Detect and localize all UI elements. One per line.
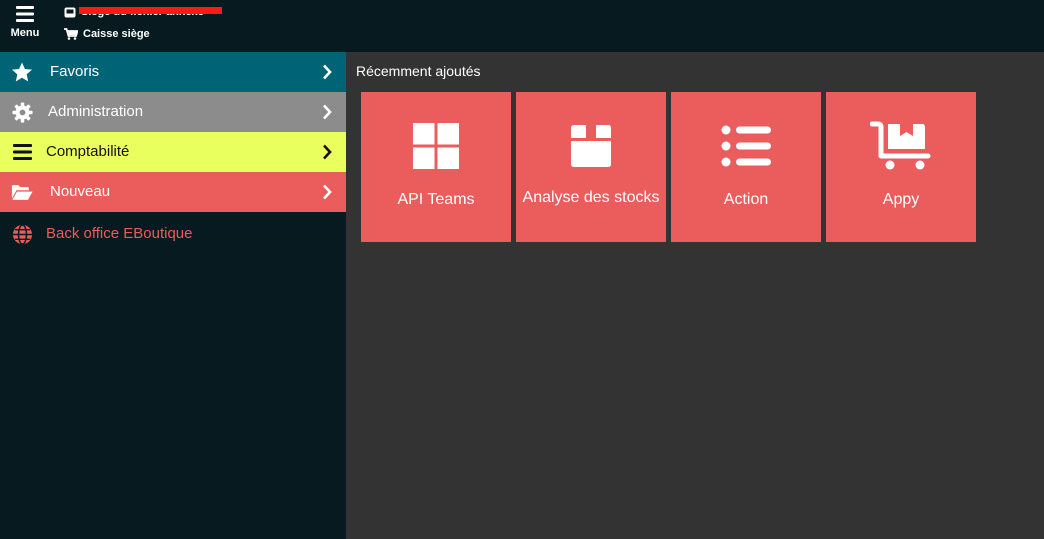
- tile-label: Analyse des stocks: [522, 189, 660, 206]
- register-selector[interactable]: Caisse siège: [64, 27, 150, 41]
- sidebar-item-label: Comptabilité: [46, 143, 130, 160]
- sidebar-item-back-office-eboutique[interactable]: Back office EBoutique: [0, 212, 346, 256]
- globe-icon: [11, 223, 33, 245]
- sidebar-item-label: Nouveau: [50, 183, 111, 200]
- chevron-right-icon: [323, 144, 332, 160]
- box-icon: [516, 122, 666, 170]
- site-selector[interactable]: Siège du fichier annexe: [64, 5, 222, 19]
- gear-icon: [11, 101, 33, 123]
- top-bar: Menu Siège du fichier annexe Caisse sièg…: [0, 0, 1044, 52]
- tile-label: API Teams: [397, 191, 475, 208]
- sidebar-item-label: Administration: [48, 103, 144, 120]
- tile-api-teams[interactable]: API Teams: [361, 92, 511, 242]
- chevron-right-icon: [323, 184, 332, 200]
- chevron-right-icon: [323, 104, 332, 120]
- tile-action[interactable]: Action: [671, 92, 821, 242]
- list-ul-icon: [671, 122, 821, 170]
- sidebar: Favoris Administration Comptabilité Nouv…: [0, 52, 346, 539]
- star-icon: [11, 61, 33, 82]
- redacted-site-name: Siège du fichier annexe: [79, 6, 222, 18]
- inbox-icon: [64, 7, 76, 17]
- sidebar-item-label: Back office EBoutique: [46, 225, 193, 242]
- tile-label: Action: [723, 191, 769, 208]
- hamburger-icon: [16, 6, 34, 22]
- folder-open-icon: [11, 182, 33, 202]
- menu-label: Menu: [10, 27, 40, 39]
- section-title: Récemment ajoutés: [356, 63, 481, 79]
- cart-icon: [64, 28, 78, 40]
- cart-flatbed-icon: [826, 121, 976, 170]
- sidebar-item-label: Favoris: [50, 63, 100, 80]
- redaction-mark: [79, 7, 222, 14]
- sidebar-item-favoris[interactable]: Favoris: [0, 52, 346, 92]
- tile-label: Appy: [882, 191, 920, 208]
- register-label: Caisse siège: [83, 28, 150, 40]
- sidebar-item-comptabilite[interactable]: Comptabilité: [0, 132, 346, 172]
- list-icon: [11, 142, 33, 162]
- main-content: Récemment ajoutés API Teams Analyse des …: [346, 52, 1044, 539]
- windows-icon: [361, 122, 511, 170]
- chevron-right-icon: [323, 64, 332, 80]
- sidebar-item-nouveau[interactable]: Nouveau: [0, 172, 346, 212]
- tile-appy[interactable]: Appy: [826, 92, 976, 242]
- menu-button[interactable]: Menu: [6, 4, 44, 46]
- tile-analyse-des-stocks[interactable]: Analyse des stocks: [516, 92, 666, 242]
- sidebar-item-administration[interactable]: Administration: [0, 92, 346, 132]
